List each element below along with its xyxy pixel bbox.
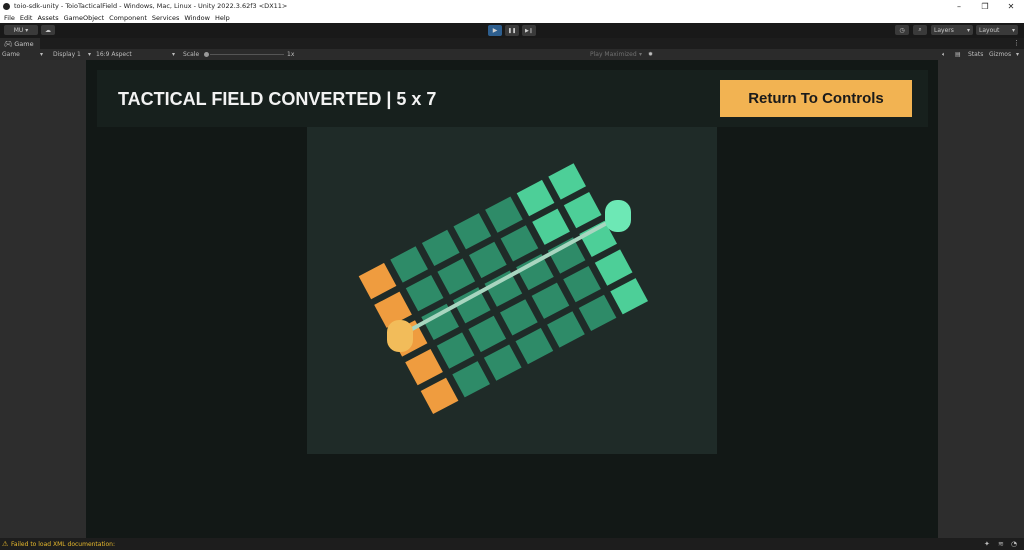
bug-icon[interactable]: ✹ bbox=[648, 51, 653, 58]
game-controller-icon: 🎮︎ bbox=[4, 39, 13, 48]
grid-cell-r4-c5[interactable] bbox=[578, 294, 617, 331]
grid-cell-r3-c5[interactable] bbox=[563, 266, 601, 303]
notification-icon[interactable]: ◔ bbox=[1011, 540, 1017, 548]
pause-button[interactable]: ❚❚ bbox=[505, 25, 519, 36]
grid-cell-r3-c6[interactable] bbox=[594, 249, 633, 286]
grid-cell-r1-c4[interactable] bbox=[500, 225, 539, 262]
window-title-bar: toio-sdk-unity - ToioTacticalField - Win… bbox=[0, 0, 1024, 12]
grid-cell-r0-c5[interactable] bbox=[516, 179, 555, 217]
grid-cell-r4-c3[interactable] bbox=[515, 327, 554, 365]
status-bar: ⚠ Failed to load XML documentation: ✦ ≋ … bbox=[0, 538, 1024, 550]
audio-icon[interactable]: 🔈︎ bbox=[942, 51, 946, 59]
menu-edit[interactable]: Edit bbox=[20, 14, 33, 22]
menu-window[interactable]: Window bbox=[184, 14, 210, 22]
game-view-letterbox-right bbox=[938, 60, 1024, 538]
grid-cell-r0-c3[interactable] bbox=[453, 213, 492, 250]
cloud-icon[interactable]: ☁ bbox=[41, 25, 55, 35]
grid-cell-r3-c0[interactable] bbox=[405, 349, 443, 386]
robot-cube-yellow[interactable] bbox=[387, 320, 413, 352]
warning-icon: ⚠ bbox=[2, 540, 9, 548]
view-dropdown[interactable]: Game bbox=[2, 51, 20, 58]
chevron-down-icon: ▾ bbox=[1016, 51, 1020, 58]
grid-cell-r3-c3[interactable] bbox=[500, 299, 538, 336]
tab-game-label: Game bbox=[14, 39, 34, 48]
grid-cell-r3-c4[interactable] bbox=[531, 282, 570, 319]
display-dropdown[interactable]: Display 1 bbox=[53, 51, 81, 58]
aspect-dropdown[interactable]: 16:9 Aspect bbox=[96, 51, 132, 58]
grid-cell-r1-c3[interactable] bbox=[469, 241, 507, 279]
grid-cell-r2-c4[interactable] bbox=[516, 253, 554, 291]
robot-cube-mint[interactable] bbox=[605, 200, 631, 232]
grid-cell-r0-c1[interactable] bbox=[390, 246, 428, 283]
chevron-down-icon: ▾ bbox=[966, 26, 970, 34]
layers-label: Layers bbox=[934, 26, 954, 34]
history-icon[interactable]: ◷ bbox=[895, 25, 909, 35]
menu-assets[interactable]: Assets bbox=[37, 14, 58, 22]
tactical-field-grid bbox=[358, 163, 648, 414]
menu-help[interactable]: Help bbox=[215, 14, 230, 22]
scale-slider-track[interactable] bbox=[210, 54, 284, 55]
grid-cell-r4-c6[interactable] bbox=[610, 278, 648, 315]
play-button[interactable]: ▶ bbox=[488, 25, 502, 36]
stats-grid-icon: ▤ bbox=[955, 51, 961, 58]
grid-cell-r4-c2[interactable] bbox=[483, 344, 522, 381]
game-title: TACTICAL FIELD CONVERTED | 5 x 7 bbox=[118, 89, 437, 109]
grid-cell-r3-c2[interactable] bbox=[468, 315, 507, 353]
layers-dropdown[interactable]: Layers ▾ bbox=[931, 25, 973, 35]
unity-logo-icon bbox=[3, 2, 10, 10]
grid-cell-r0-c2[interactable] bbox=[421, 229, 460, 266]
menu-bar: File Edit Assets GameObject Component Se… bbox=[0, 12, 1024, 23]
window-title: toio-sdk-unity - ToioTacticalField - Win… bbox=[14, 2, 288, 10]
menu-services[interactable]: Services bbox=[152, 14, 179, 22]
game-view-toolbar: Game ▾ Display 1 ▾ 16:9 Aspect ▾ Scale 1… bbox=[0, 49, 1024, 60]
main-toolbar: MU ▾ ☁ ▶ ❚❚ ▶❙ ◷ ⌕ Layers ▾ Layout ▾ bbox=[0, 23, 1024, 38]
menu-component[interactable]: Component bbox=[109, 14, 147, 22]
scale-value: 1x bbox=[287, 51, 295, 58]
chevron-down-icon: ▾ bbox=[40, 51, 44, 58]
scale-slider-handle[interactable] bbox=[204, 52, 209, 57]
grid-cell-r1-c2[interactable] bbox=[437, 258, 476, 295]
layout-label: Layout bbox=[979, 26, 1000, 34]
tab-game[interactable]: 🎮︎ Game bbox=[0, 38, 40, 49]
grid-cell-r4-c0[interactable] bbox=[420, 377, 459, 414]
chevron-down-icon: ▾ bbox=[639, 51, 643, 58]
grid-cell-r1-c5[interactable] bbox=[532, 208, 570, 245]
grid-cell-r4-c1[interactable] bbox=[452, 361, 490, 398]
return-to-controls-button[interactable]: Return To Controls bbox=[720, 80, 912, 117]
menu-file[interactable]: File bbox=[4, 14, 15, 22]
tab-row: 🎮︎ Game ⋮ bbox=[0, 38, 1024, 49]
layout-dropdown[interactable]: Layout ▾ bbox=[976, 25, 1018, 35]
maximize-button[interactable]: ❐ bbox=[972, 0, 998, 12]
step-button[interactable]: ▶❙ bbox=[522, 25, 536, 36]
grid-cell-r3-c1[interactable] bbox=[436, 332, 475, 369]
grid-cell-r1-c1[interactable] bbox=[405, 275, 444, 312]
minimize-button[interactable]: – bbox=[946, 0, 972, 12]
grid-cell-r0-c6[interactable] bbox=[548, 163, 586, 200]
grid-cell-r0-c4[interactable] bbox=[485, 196, 523, 233]
scale-label: Scale bbox=[183, 51, 200, 58]
database-icon[interactable]: ≋ bbox=[998, 540, 1004, 548]
account-button[interactable]: MU ▾ bbox=[4, 25, 38, 35]
game-view-letterbox-left bbox=[0, 60, 86, 538]
tactical-field-panel bbox=[307, 127, 717, 454]
play-mode-dropdown[interactable]: Play Maximized bbox=[590, 51, 637, 58]
chevron-down-icon: ▾ bbox=[1011, 26, 1015, 34]
menu-gameobject[interactable]: GameObject bbox=[64, 14, 105, 22]
grid-cell-r0-c0[interactable] bbox=[358, 262, 397, 300]
tab-more-icon[interactable]: ⋮ bbox=[1013, 39, 1020, 47]
chevron-down-icon: ▾ bbox=[172, 51, 176, 58]
status-message[interactable]: Failed to load XML documentation: bbox=[11, 541, 115, 548]
stats-button[interactable]: Stats bbox=[968, 51, 983, 58]
close-button[interactable]: ✕ bbox=[998, 0, 1024, 12]
grid-cell-r1-c6[interactable] bbox=[563, 192, 602, 229]
package-icon[interactable]: ✦ bbox=[984, 540, 990, 548]
chevron-down-icon: ▾ bbox=[88, 51, 92, 58]
search-icon[interactable]: ⌕ bbox=[913, 25, 927, 35]
gizmos-button[interactable]: Gizmos bbox=[989, 51, 1011, 58]
grid-cell-r4-c4[interactable] bbox=[547, 311, 585, 348]
